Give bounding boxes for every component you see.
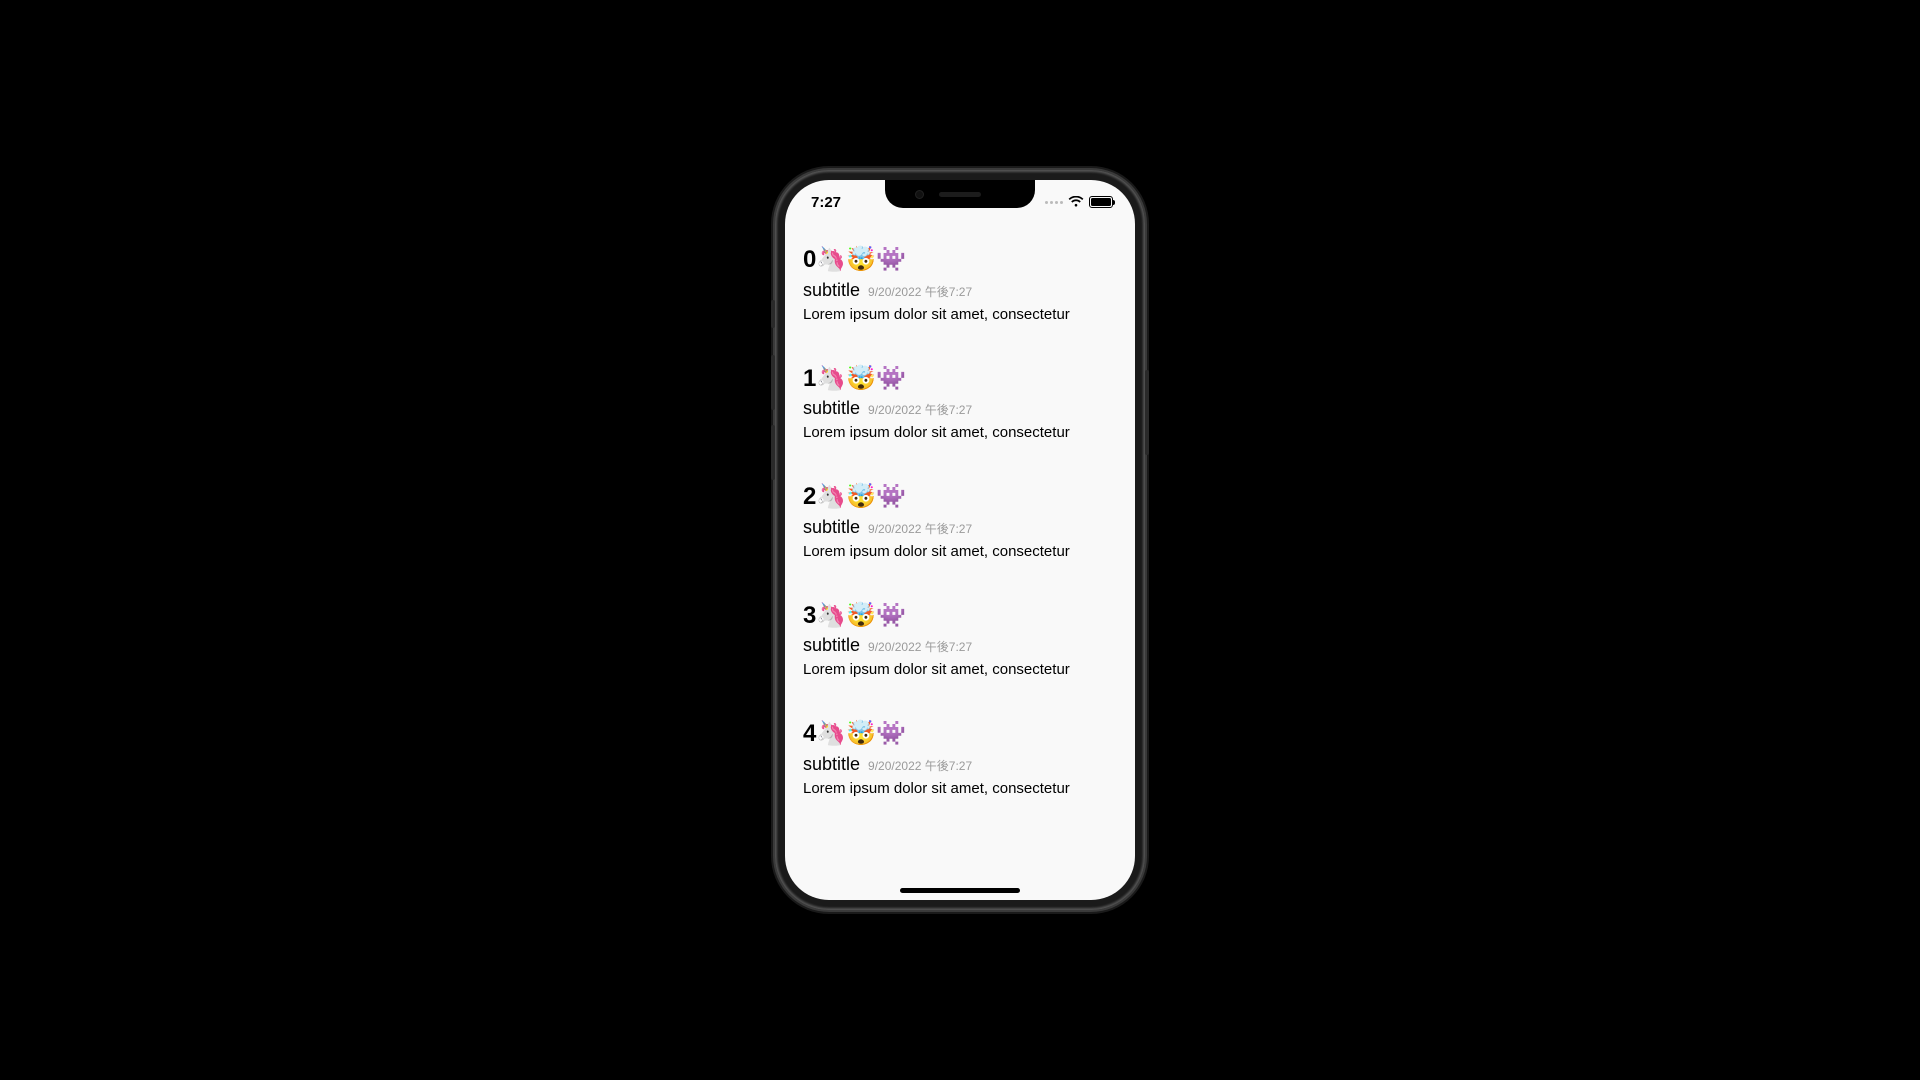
item-title: 4🦄🤯👾 bbox=[803, 720, 1117, 748]
list-item[interactable]: 3🦄🤯👾 subtitle 9/20/2022 午後7:27 Lorem ips… bbox=[803, 588, 1117, 707]
list-item[interactable]: 4🦄🤯👾 subtitle 9/20/2022 午後7:27 Lorem ips… bbox=[803, 706, 1117, 825]
list-item[interactable]: 2🦄🤯👾 subtitle 9/20/2022 午後7:27 Lorem ips… bbox=[803, 469, 1117, 588]
speaker-grille-icon bbox=[939, 192, 981, 197]
item-date: 9/20/2022 午後7:27 bbox=[868, 283, 972, 300]
item-date: 9/20/2022 午後7:27 bbox=[868, 520, 972, 537]
item-body: Lorem ipsum dolor sit amet, consectetur bbox=[803, 306, 1117, 323]
volume-up-button[interactable] bbox=[771, 355, 775, 410]
item-subtitle: subtitle bbox=[803, 635, 860, 656]
item-date: 9/20/2022 午後7:27 bbox=[868, 638, 972, 655]
power-button[interactable] bbox=[1145, 370, 1149, 455]
silence-switch[interactable] bbox=[771, 300, 775, 328]
status-right bbox=[1045, 196, 1113, 208]
status-time: 7:27 bbox=[811, 194, 841, 211]
item-date: 9/20/2022 午後7:27 bbox=[868, 757, 972, 774]
volume-down-button[interactable] bbox=[771, 425, 775, 480]
phone-frame: 7:27 0🦄🤯👾 subtitle bbox=[775, 170, 1145, 910]
battery-icon bbox=[1089, 196, 1113, 208]
item-title: 2🦄🤯👾 bbox=[803, 483, 1117, 511]
item-title: 0🦄🤯👾 bbox=[803, 246, 1117, 274]
item-body: Lorem ipsum dolor sit amet, consectetur bbox=[803, 543, 1117, 560]
item-body: Lorem ipsum dolor sit amet, consectetur bbox=[803, 780, 1117, 797]
notch bbox=[885, 180, 1035, 208]
list-item[interactable]: 0🦄🤯👾 subtitle 9/20/2022 午後7:27 Lorem ips… bbox=[803, 232, 1117, 351]
item-title: 3🦄🤯👾 bbox=[803, 602, 1117, 630]
item-body: Lorem ipsum dolor sit amet, consectetur bbox=[803, 424, 1117, 441]
wifi-icon bbox=[1068, 196, 1084, 208]
home-indicator[interactable] bbox=[900, 888, 1020, 893]
item-body: Lorem ipsum dolor sit amet, consectetur bbox=[803, 661, 1117, 678]
content-scroll[interactable]: 0🦄🤯👾 subtitle 9/20/2022 午後7:27 Lorem ips… bbox=[785, 232, 1135, 900]
item-subtitle: subtitle bbox=[803, 398, 860, 419]
front-camera-icon bbox=[915, 190, 924, 199]
item-date: 9/20/2022 午後7:27 bbox=[868, 401, 972, 418]
item-title: 1🦄🤯👾 bbox=[803, 365, 1117, 393]
cellular-signal-icon bbox=[1045, 201, 1063, 204]
list-item[interactable]: 1🦄🤯👾 subtitle 9/20/2022 午後7:27 Lorem ips… bbox=[803, 351, 1117, 470]
item-subtitle: subtitle bbox=[803, 754, 860, 775]
screen: 7:27 0🦄🤯👾 subtitle bbox=[785, 180, 1135, 900]
item-subtitle: subtitle bbox=[803, 280, 860, 301]
item-subtitle: subtitle bbox=[803, 517, 860, 538]
